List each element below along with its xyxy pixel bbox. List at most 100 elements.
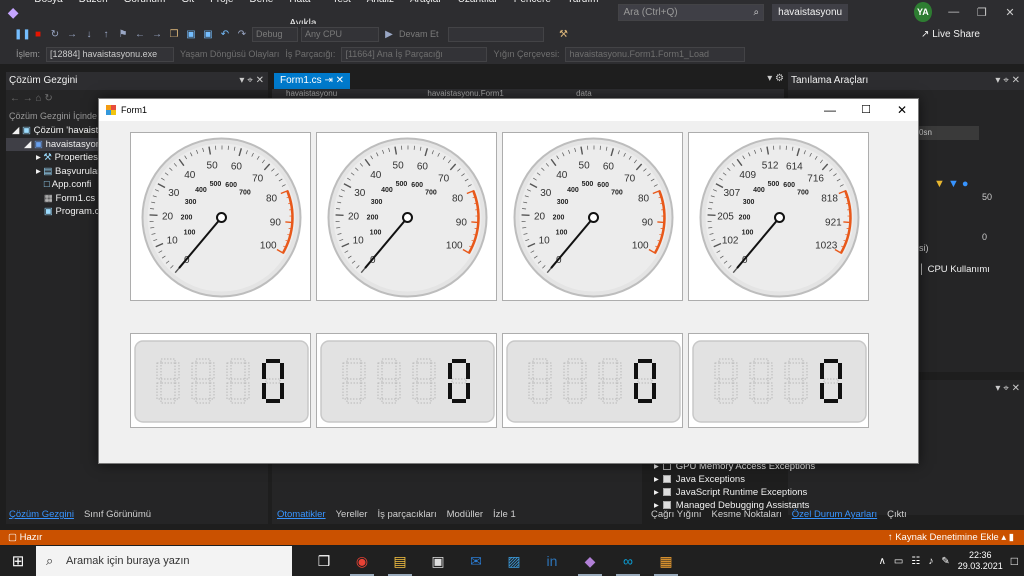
visual-studio-icon[interactable]: ◆ xyxy=(572,546,608,576)
expand-arrow-icon[interactable] xyxy=(36,206,44,217)
tab-form1-cs[interactable]: Form1.cs ⇥ ✕ xyxy=(274,73,350,89)
diag-pin-icon[interactable]: ▾ ⌖ ✕ xyxy=(995,72,1020,90)
tab-debug-3[interactable]: Modüller xyxy=(447,509,483,523)
volume-icon[interactable]: ♪ xyxy=(928,556,933,567)
minimize-button[interactable]: — xyxy=(940,6,968,18)
gauge-outer-label: 40 xyxy=(556,170,568,181)
redo-icon[interactable]: ↷ xyxy=(235,29,249,40)
chrome-icon[interactable]: ◉ xyxy=(344,546,380,576)
close-button[interactable]: ✕ xyxy=(996,6,1024,19)
stack-frame-label: Yığın Çerçevesi: xyxy=(493,49,560,59)
tab-solution-0[interactable]: Çözüm Gezgini xyxy=(9,509,74,523)
save-all-icon[interactable]: ▣ xyxy=(201,29,215,40)
expand-arrow-icon[interactable]: ▸ xyxy=(654,474,659,485)
taskbar-search-input[interactable]: ⌕ Aramak için buraya yazın xyxy=(36,546,292,576)
maximize-button[interactable]: ❐ xyxy=(968,6,996,19)
nav-project[interactable]: havaistasyonu xyxy=(286,89,337,98)
save-icon[interactable]: ▣ xyxy=(184,29,198,40)
menu-bar: ◆ DosyaDüzenGörünümGitProjeDerleHata Ayı… xyxy=(0,0,1024,29)
network-icon[interactable]: ☷ xyxy=(911,556,920,567)
exception-list: ▸ GPU Memory Access Exceptions ▸ Java Excep… xyxy=(642,460,1022,511)
stop-icon[interactable]: ■ xyxy=(31,29,45,40)
form1-close-button[interactable]: ✕ xyxy=(884,99,920,121)
gauge-outer-label: 90 xyxy=(642,217,654,228)
form1-maximize-button[interactable]: ☐ xyxy=(848,99,884,121)
solution-bottom-tabs: Çözüm Gezgini Sınıf Görünümü xyxy=(9,509,151,523)
nav-class[interactable]: havaistasyonu.Form1 xyxy=(427,89,503,98)
pause-icon[interactable]: ❚❚ xyxy=(14,29,31,40)
exception-row[interactable]: ▸ Java Exceptions xyxy=(642,473,1022,486)
linkedin-icon[interactable]: in xyxy=(534,546,570,576)
thread-select[interactable]: [11664] Ana İş Parçacığı xyxy=(341,46,488,62)
navigate-back-icon[interactable]: ← xyxy=(133,29,147,40)
tab-debug-0[interactable]: Otomatikler xyxy=(277,509,326,523)
search-input[interactable]: Ara (Ctrl+Q) ⌕ xyxy=(618,3,765,21)
form-app-icon[interactable]: ▦ xyxy=(648,546,684,576)
pen-icon[interactable]: ✎ xyxy=(941,556,949,567)
tab-exceptions-3[interactable]: Çıktı xyxy=(887,509,907,523)
mail-icon[interactable]: ✉ xyxy=(458,546,494,576)
gauge-dial: 0102205307409512614716818921102310020030… xyxy=(699,137,860,298)
battery-icon[interactable]: ▭ xyxy=(894,556,903,567)
restart-icon[interactable]: ↻ xyxy=(48,29,62,40)
startup-select[interactable] xyxy=(447,26,544,42)
file-explorer-icon[interactable]: ▤ xyxy=(382,546,418,576)
tab-debug-1[interactable]: Yereller xyxy=(336,509,368,523)
tab-exceptions-1[interactable]: Kesme Noktaları xyxy=(712,509,782,523)
editor-settings-icon[interactable]: ▾ ⚙ xyxy=(767,73,784,84)
undo-icon[interactable]: ↶ xyxy=(218,29,232,40)
exception-label: Java Exceptions xyxy=(675,474,745,485)
notification-icon[interactable]: □ xyxy=(1011,554,1018,568)
arduino-icon[interactable]: ∞ xyxy=(610,546,646,576)
exception-checkbox[interactable] xyxy=(662,488,671,497)
step-into-icon[interactable]: → xyxy=(65,29,79,40)
windows-start-icon[interactable]: ⊞ xyxy=(0,552,36,570)
expand-arrow-icon[interactable]: ◢ xyxy=(24,139,34,150)
exception-checkbox[interactable] xyxy=(662,475,671,484)
tools-icon[interactable]: ⚒ xyxy=(557,29,571,40)
display-panel xyxy=(692,340,867,423)
expand-arrow-icon[interactable] xyxy=(36,193,44,204)
breakpoint-icon[interactable]: ⚑ xyxy=(116,29,130,40)
tray-overflow-icon[interactable]: ∧ xyxy=(879,556,886,567)
exception-row[interactable]: ▸ JavaScript Runtime Exceptions xyxy=(642,486,1022,499)
platform-select[interactable]: Any CPU xyxy=(301,26,379,42)
expand-arrow-icon[interactable]: ▸ xyxy=(654,487,659,498)
gauge-outer-label: 1023 xyxy=(815,241,838,252)
nav-member[interactable]: data xyxy=(576,89,592,98)
open-folder-icon[interactable]: ❐ xyxy=(167,29,181,40)
continue-button[interactable]: Devam Et xyxy=(399,29,439,39)
gauge-inner-label: 300 xyxy=(743,199,755,206)
step-over-icon[interactable]: ↓ xyxy=(82,29,96,40)
pin-icon[interactable]: ▾ ⌖ ✕ xyxy=(239,72,264,90)
live-share-button[interactable]: ↗ Live Share xyxy=(921,29,980,40)
tab-cpu-usage[interactable]: │ CPU Kullanımı xyxy=(919,264,990,275)
tab-solution-1[interactable]: Sınıf Görünümü xyxy=(84,509,151,523)
avatar[interactable]: YA xyxy=(914,2,932,22)
visual-studio-logo-icon[interactable]: ◆ xyxy=(0,0,26,24)
event-markers: ▼ ▼ ● xyxy=(934,178,969,190)
step-out-icon[interactable]: ↑ xyxy=(99,29,113,40)
gauge-dial: 0102030405060708090100100200300400500600… xyxy=(327,137,488,298)
task-view-icon[interactable]: ❒ xyxy=(306,546,342,576)
store-icon[interactable]: ▣ xyxy=(420,546,456,576)
source-control-button[interactable]: ↑ Kaynak Denetimine Ekle ▴ ▮ xyxy=(888,530,1014,545)
tab-exceptions-0[interactable]: Çağrı Yığını xyxy=(651,509,702,523)
form1-minimize-button[interactable]: — xyxy=(812,99,848,121)
play-icon[interactable]: ▶ xyxy=(382,29,396,40)
photos-icon[interactable]: ▨ xyxy=(496,546,532,576)
expand-arrow-icon[interactable]: ◢ xyxy=(12,125,22,136)
navigate-forward-icon[interactable]: → xyxy=(150,29,164,40)
exc-pin-icon[interactable]: ▾ ⌖ ✕ xyxy=(995,380,1020,398)
tab-debug-4[interactable]: İzle 1 xyxy=(493,509,516,523)
tab-exceptions-2[interactable]: Özel Durum Ayarları xyxy=(792,509,877,523)
clock[interactable]: 22:36 29.03.2021 xyxy=(958,550,1003,572)
tab-debug-2[interactable]: İş parçacıkları xyxy=(377,509,436,523)
gauge-outer-label: 80 xyxy=(266,193,278,204)
expand-arrow-icon[interactable] xyxy=(36,179,44,190)
config-select[interactable]: Debug xyxy=(252,26,298,42)
gauge-outer-label: 512 xyxy=(762,160,779,171)
lifecycle-events-button[interactable]: Yaşam Döngüsü Olayları xyxy=(180,49,279,59)
process-select[interactable]: [12884] havaistasyonu.exe xyxy=(46,46,175,62)
stack-frame-select[interactable]: havaistasyonu.Form1.Form1_Load xyxy=(565,46,746,62)
